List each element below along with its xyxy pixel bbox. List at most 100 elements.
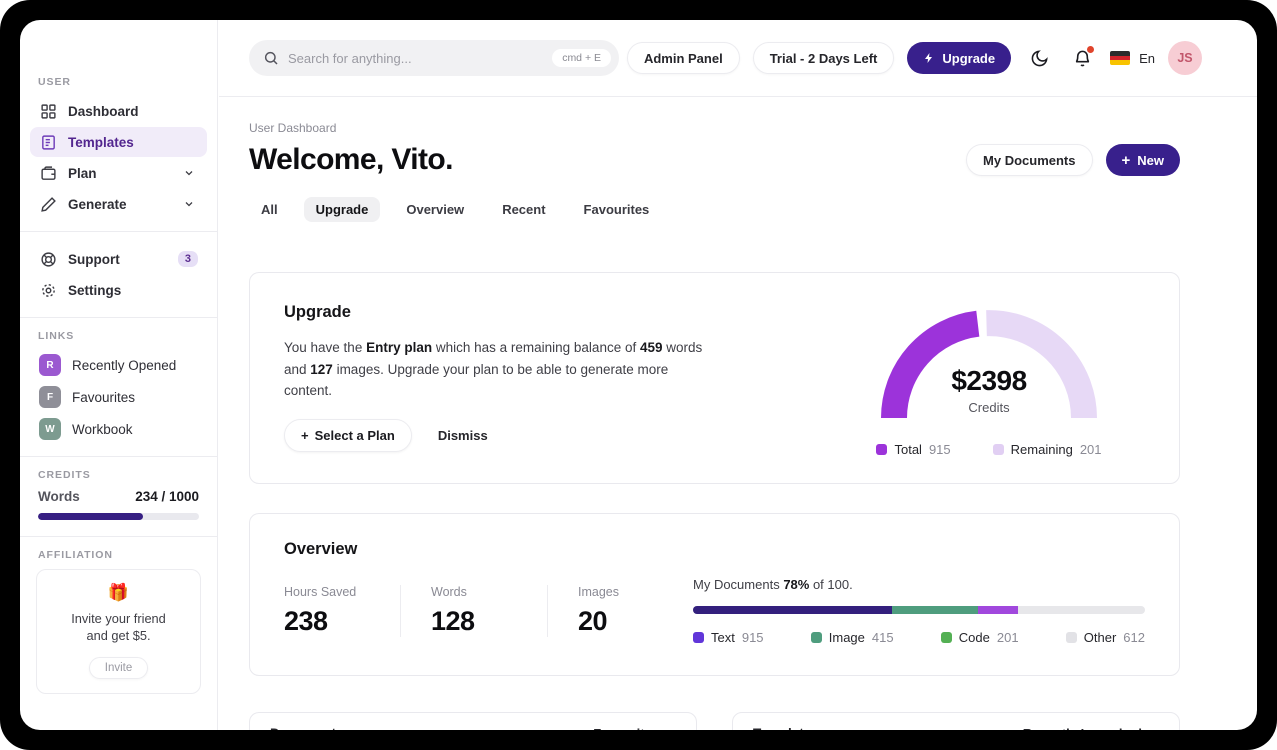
templates-filter-dropdown[interactable]: Recently Launched	[1023, 726, 1159, 730]
new-button[interactable]: + New	[1105, 144, 1180, 176]
credits-words-row: Words 234 / 1000	[38, 489, 199, 504]
sidebar-item-label: Dashboard	[68, 103, 139, 119]
legend-item-total: Total 915	[876, 442, 951, 457]
main-area: cmd + E Admin Panel Trial - 2 Days Left …	[219, 20, 1257, 730]
sidebar-section-credits: CREDITS	[38, 469, 91, 481]
dark-mode-toggle[interactable]	[1024, 49, 1054, 68]
tab-upgrade[interactable]: Upgrade	[303, 197, 381, 222]
stat-label: Hours Saved	[284, 585, 357, 599]
sidebar-section-links: LINKS	[38, 330, 75, 342]
page-title: Welcome, Vito.	[249, 143, 453, 176]
legend-value: 915	[741, 630, 764, 645]
documents-card-title: Documents	[270, 726, 344, 730]
legend-label: Image	[828, 630, 865, 645]
german-flag-icon[interactable]	[1110, 51, 1131, 65]
upgrade-card-body: You have the Entry plan which has a rema…	[284, 340, 703, 399]
templates-filter-label: Recently Launched	[1023, 726, 1142, 730]
sidebar-link-favourites[interactable]: F Favourites	[30, 382, 207, 412]
generate-pen-icon	[39, 195, 57, 213]
new-button-label: New	[1137, 152, 1164, 168]
templates-card: Templates Recently Launched Blog Post Ti…	[732, 712, 1180, 730]
sidebar-item-settings[interactable]: Settings	[30, 275, 207, 305]
upgrade-button-label: Upgrade	[942, 50, 996, 66]
sidebar-link-label: Recently Opened	[72, 357, 177, 373]
sidebar-item-generate[interactable]: Generate	[30, 189, 207, 219]
recently-opened-avatar: R	[39, 354, 61, 376]
gauge-center: $2398 Credits	[870, 365, 1108, 415]
bolt-icon	[923, 52, 935, 64]
sidebar-divider	[20, 456, 217, 457]
tab-recent[interactable]: Recent	[490, 197, 557, 222]
legend-label: Remaining	[1010, 442, 1073, 457]
search-bar[interactable]: cmd + E	[249, 40, 619, 76]
tab-all[interactable]: All	[249, 197, 290, 222]
search-icon	[263, 50, 279, 66]
overview-body: Hours Saved 238 Words 128 Images 20 My D…	[284, 577, 1145, 645]
sidebar-divider	[20, 231, 217, 232]
user-avatar[interactable]: JS	[1168, 41, 1202, 75]
chevron-down-icon	[180, 164, 198, 182]
gauge-chart: $2398 Credits	[870, 303, 1108, 430]
documents-bar-legend: Text 915 Image 415 Code 201 Other 612	[693, 630, 1145, 645]
dismiss-button[interactable]: Dismiss	[438, 428, 488, 443]
plus-icon: +	[301, 427, 309, 443]
bar-segment-code	[977, 606, 1019, 614]
sidebar-item-plan[interactable]: Plan	[30, 158, 207, 188]
upgrade-button[interactable]: Upgrade	[907, 42, 1012, 74]
notifications-button[interactable]	[1067, 45, 1097, 68]
sidebar-item-label: Generate	[68, 196, 127, 212]
sidebar-section-affiliation: AFFILIATION	[38, 549, 113, 561]
tab-overview[interactable]: Overview	[394, 197, 476, 222]
templates-card-title: Templates	[753, 726, 819, 730]
documents-filter-dropdown[interactable]: Favourites	[593, 726, 676, 730]
workbook-avatar: W	[39, 418, 61, 440]
sidebar-item-label: Support	[68, 251, 120, 267]
language-label[interactable]: En	[1139, 51, 1155, 66]
legend-value: 612	[1123, 630, 1145, 645]
sidebar-item-support[interactable]: Support 3	[30, 244, 207, 274]
credits-gauge: $2398 Credits Total 915 Remaining 201	[859, 303, 1119, 457]
legend-item-image: Image 415	[810, 630, 894, 645]
sidebar-item-templates[interactable]: Templates	[30, 127, 207, 157]
admin-panel-button[interactable]: Admin Panel	[626, 42, 740, 74]
settings-gear-icon	[39, 281, 57, 299]
invite-button[interactable]: Invite	[88, 656, 149, 679]
sidebar-link-workbook[interactable]: W Workbook	[30, 414, 207, 444]
templates-card-header: Templates Recently Launched	[733, 713, 1179, 730]
documents-progress: My Documents 78% of 100. Text 915 Image …	[693, 577, 1145, 645]
legend-swatch	[940, 632, 952, 643]
bar-segment-image	[891, 606, 978, 614]
chevron-down-icon	[1148, 728, 1159, 730]
sidebar-link-label: Favourites	[72, 389, 136, 405]
legend-swatch	[693, 632, 704, 643]
page-content: User Dashboard Welcome, Vito. My Documen…	[219, 97, 1257, 730]
search-input[interactable]	[288, 50, 553, 66]
select-plan-label: Select a Plan	[314, 427, 395, 443]
gauge-caption: Credits	[968, 400, 1010, 415]
select-plan-button[interactable]: + Select a Plan	[284, 418, 412, 452]
legend-label: Total	[894, 442, 922, 457]
my-documents-button[interactable]: My Documents	[966, 144, 1093, 176]
legend-item-code: Code 201	[940, 630, 1019, 645]
stat-hours-saved: Hours Saved 238	[284, 585, 370, 637]
affiliation-text: Invite your friend and get $5.	[47, 610, 190, 645]
stat-images: Images 20	[578, 585, 664, 637]
upgrade-card-left: Upgrade You have the Entry plan which ha…	[284, 303, 714, 457]
sidebar-link-recently-opened[interactable]: R Recently Opened	[30, 350, 207, 380]
tab-favourites[interactable]: Favourites	[572, 197, 662, 222]
device-frame: USER Dashboard Templates Plan Generate S…	[0, 0, 1277, 750]
upgrade-card-actions: + Select a Plan Dismiss	[284, 418, 714, 452]
tab-bar: All Upgrade Overview Recent Favourites	[249, 197, 1180, 222]
affiliation-line1: Invite your friend	[71, 611, 166, 626]
title-actions: My Documents + New	[966, 144, 1180, 176]
overview-card-title: Overview	[284, 540, 358, 558]
stat-value: 128	[431, 606, 475, 636]
sidebar-item-label: Settings	[68, 282, 122, 298]
documents-filter-label: Favourites	[593, 726, 659, 730]
sidebar-item-dashboard[interactable]: Dashboard	[30, 96, 207, 126]
legend-item-remaining: Remaining 201	[992, 442, 1102, 457]
trial-status-button[interactable]: Trial - 2 Days Left	[752, 42, 895, 74]
gift-icon: 🎁	[107, 583, 130, 602]
stat-divider	[400, 585, 401, 637]
plus-icon: +	[1121, 151, 1131, 169]
